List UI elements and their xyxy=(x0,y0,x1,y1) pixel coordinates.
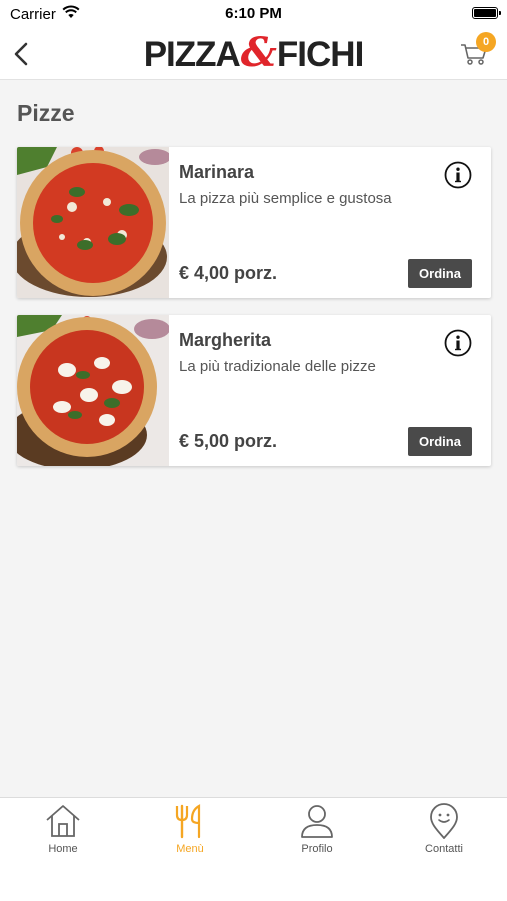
brand-logo: PIZZA&FICHI xyxy=(143,29,365,76)
tab-profile[interactable]: Profilo xyxy=(254,798,380,868)
order-button[interactable]: Ordina xyxy=(408,259,472,288)
tab-contacts[interactable]: Contatti xyxy=(381,798,507,868)
tab-label: Menù xyxy=(176,843,204,855)
item-name: Marinara xyxy=(179,162,255,182)
cart-count-badge: 0 xyxy=(476,32,496,52)
tab-label: Contatti xyxy=(425,843,463,855)
menu-item-card[interactable]: Marinara La pizza più semplice e gustosa… xyxy=(17,147,491,298)
fork-knife-icon xyxy=(175,804,201,839)
order-button[interactable]: Ordina xyxy=(408,427,472,456)
item-description: La più tradizionale delle pizze xyxy=(179,358,376,375)
app-header: PIZZA&FICHI 0 xyxy=(0,30,507,80)
item-price: € 5,00 porz. xyxy=(179,431,278,451)
item-name: Margherita xyxy=(179,330,272,350)
section-title: Pizze xyxy=(17,100,75,126)
clock: 6:10 PM xyxy=(225,5,282,22)
user-icon xyxy=(301,805,333,838)
pizza-image xyxy=(17,315,169,466)
battery-icon xyxy=(472,7,501,19)
home-icon xyxy=(46,805,80,837)
location-pin-icon xyxy=(430,803,458,839)
tab-menu[interactable]: Menù xyxy=(127,798,253,868)
menu-item-card[interactable]: Margherita La più tradizionale delle piz… xyxy=(17,315,491,466)
info-icon[interactable] xyxy=(444,329,472,357)
tab-label: Home xyxy=(48,843,78,855)
tab-bar: Home Menù Profilo Contatti xyxy=(0,797,507,901)
tab-home[interactable]: Home xyxy=(0,798,126,868)
info-icon[interactable] xyxy=(444,161,472,189)
item-description: La pizza più semplice e gustosa xyxy=(179,190,392,207)
status-bar: Carrier 6:10 PM xyxy=(0,0,507,30)
pizza-image xyxy=(17,147,169,298)
item-price: € 4,00 porz. xyxy=(179,263,278,283)
tab-label: Profilo xyxy=(301,843,333,855)
